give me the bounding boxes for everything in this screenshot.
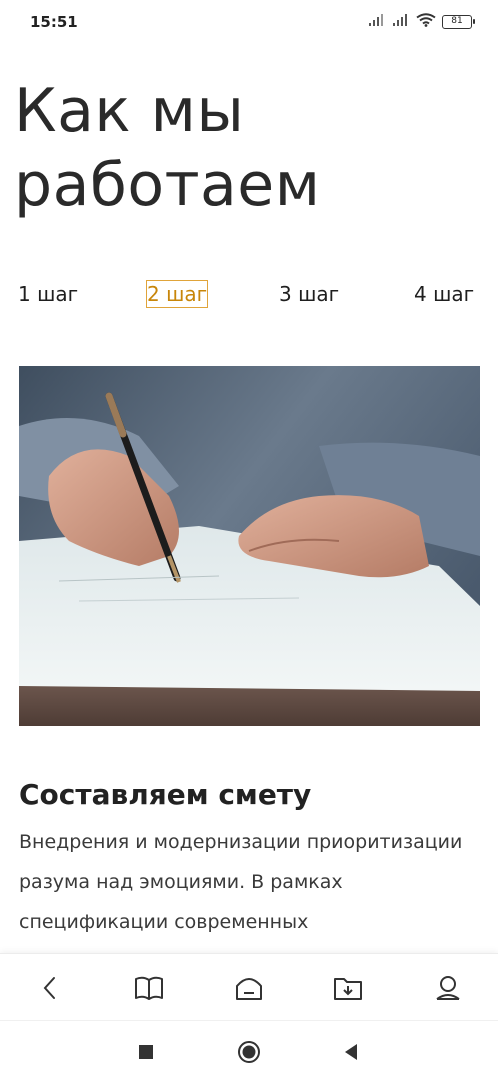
hero-image (19, 366, 480, 726)
profile-icon (436, 976, 460, 1000)
back-button[interactable] (30, 968, 70, 1008)
profile-button[interactable] (428, 968, 468, 1008)
tab-step-2[interactable]: 2 шаг (146, 280, 209, 308)
tab-step-3[interactable]: 3 шаг (279, 280, 339, 308)
system-navigation (0, 1020, 498, 1081)
recent-apps-icon (139, 1045, 153, 1059)
download-folder-icon (334, 978, 362, 1000)
system-home-button[interactable] (234, 1037, 264, 1067)
battery-icon: 81 (442, 14, 475, 29)
tab-step-1[interactable]: 1 шаг (18, 280, 78, 308)
tab-step-4[interactable]: 4 шаг (414, 280, 474, 308)
bottom-navigation (0, 953, 498, 1020)
bookmarks-button[interactable] (129, 968, 169, 1008)
status-bar: 15:51 81 (0, 0, 498, 44)
step-tabs: 1 шаг 2 шаг 3 шаг 4 шаг (0, 280, 498, 310)
status-time: 15:51 (30, 13, 78, 31)
status-icons: 81 (368, 12, 475, 31)
page-title: Как мы работаем (14, 76, 321, 220)
downloads-button[interactable] (328, 968, 368, 1008)
system-back-button[interactable] (336, 1037, 366, 1067)
home-circle-icon (238, 1041, 260, 1063)
section-title: Составляем смету (19, 778, 312, 811)
back-icon (43, 977, 55, 999)
wifi-icon (416, 12, 436, 31)
recent-apps-button[interactable] (131, 1037, 161, 1067)
book-icon (135, 976, 163, 1000)
home-button[interactable] (229, 968, 269, 1008)
signal-icon (392, 12, 410, 31)
section-description: Внедрения и модернизации приоритизации р… (19, 831, 463, 933)
back-triangle-icon (345, 1044, 357, 1060)
home-icon (236, 978, 262, 1000)
signal-icon (368, 12, 386, 31)
